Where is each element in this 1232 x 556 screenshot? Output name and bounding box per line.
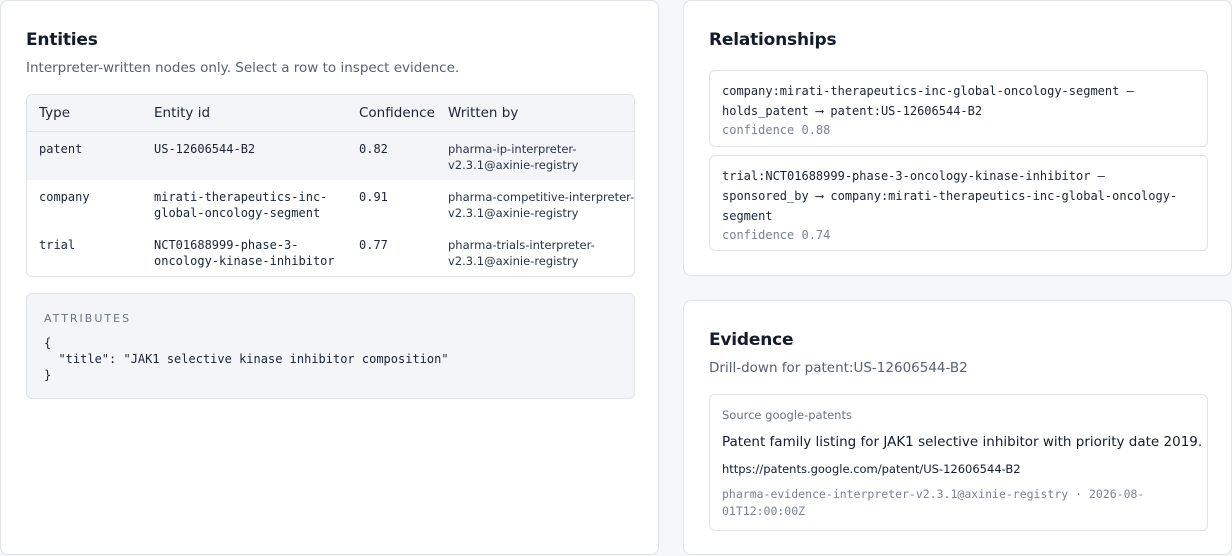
relationships-title: Relationships bbox=[709, 30, 837, 50]
relationship-item[interactable]: company:mirati-therapeutics-inc-global-o… bbox=[709, 70, 1208, 147]
column-header-confidence: Confidence bbox=[359, 105, 435, 121]
cell-written-by: pharma-trials-interpreter-v2.3.1@axinie-… bbox=[448, 238, 595, 268]
evidence-source: Source google-patents bbox=[722, 408, 852, 422]
cell-entity-id: US-12606544-B2 bbox=[154, 142, 256, 156]
attributes-box: ATTRIBUTES { "title": "JAK1 selective ki… bbox=[26, 293, 635, 399]
cell-type: trial bbox=[39, 238, 76, 252]
relationship-text: company:mirati-therapeutics-inc-global-o… bbox=[722, 84, 1134, 118]
attributes-json: { "title": "JAK1 selective kinase inhibi… bbox=[44, 336, 449, 382]
relationship-text: trial:NCT01688999-phase-3-oncology-kinas… bbox=[722, 169, 1178, 223]
entities-subtitle: Interpreter-written nodes only. Select a… bbox=[26, 60, 460, 76]
table-row[interactable]: patent US-12606544-B2 0.82 pharma-ip-int… bbox=[27, 132, 634, 180]
cell-confidence: 0.77 bbox=[359, 238, 388, 252]
relationship-confidence: confidence 0.74 bbox=[722, 228, 831, 242]
cell-written-by: pharma-ip-interpreter-v2.3.1@axinie-regi… bbox=[448, 142, 579, 172]
relationship-item[interactable]: trial:NCT01688999-phase-3-oncology-kinas… bbox=[709, 155, 1208, 251]
relationships-panel: Relationships company:mirati-therapeutic… bbox=[683, 0, 1232, 276]
cell-confidence: 0.82 bbox=[359, 142, 388, 156]
entities-table: Type Entity id Confidence Written by pat… bbox=[26, 94, 635, 277]
entities-panel: Entities Interpreter-written nodes only.… bbox=[0, 0, 659, 555]
evidence-subtitle: Drill-down for patent:US-12606544-B2 bbox=[709, 360, 968, 376]
table-row[interactable]: company mirati-therapeutics-inc-global-o… bbox=[27, 180, 634, 228]
cell-type: company bbox=[39, 190, 90, 204]
column-header-entity-id: Entity id bbox=[154, 105, 211, 121]
table-row[interactable]: trial NCT01688999-phase-3- oncology-kinas… bbox=[27, 228, 634, 276]
evidence-summary: Patent family listing for JAK1 selective… bbox=[722, 434, 1203, 450]
relationship-confidence: confidence 0.88 bbox=[722, 123, 831, 137]
cell-confidence: 0.91 bbox=[359, 190, 388, 204]
evidence-url-link[interactable]: https://patents.google.com/patent/US-126… bbox=[722, 462, 1021, 476]
cell-written-by: pharma-competitive-interpreter-v2.3.1@ax… bbox=[448, 190, 635, 220]
evidence-meta: pharma-evidence-interpreter-v2.3.1@axini… bbox=[722, 487, 1145, 518]
table-header: Type Entity id Confidence Written by bbox=[27, 95, 634, 132]
column-header-written-by: Written by bbox=[448, 105, 519, 121]
entities-title: Entities bbox=[26, 30, 98, 50]
cell-type: patent bbox=[39, 142, 83, 156]
attributes-label: ATTRIBUTES bbox=[44, 312, 132, 325]
evidence-panel: Evidence Drill-down for patent:US-126065… bbox=[683, 300, 1232, 555]
evidence-title: Evidence bbox=[709, 330, 794, 350]
evidence-item: Source google-patents Patent family list… bbox=[709, 394, 1208, 531]
cell-entity-id: NCT01688999-phase-3- oncology-kinase-inhi… bbox=[154, 238, 335, 268]
column-header-type: Type bbox=[39, 105, 71, 121]
cell-entity-id: mirati-therapeutics-inc-global-oncology-… bbox=[154, 190, 328, 220]
